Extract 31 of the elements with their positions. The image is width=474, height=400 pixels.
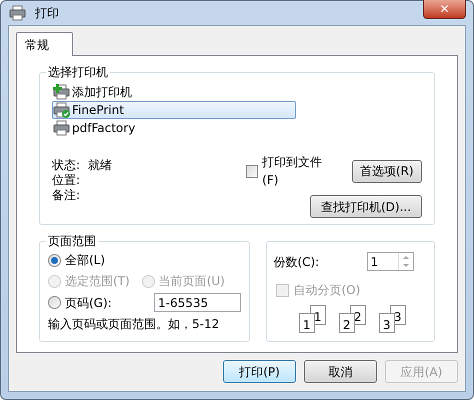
- copies-label: 份数(C):: [273, 254, 320, 270]
- printer-icon: [9, 5, 27, 21]
- info-label: 备注:: [52, 188, 80, 203]
- printer-icon: [53, 84, 71, 100]
- window-title: 打印: [35, 5, 59, 22]
- printer-icon: [53, 102, 71, 118]
- radio-button[interactable]: [48, 254, 61, 266]
- info-label: 状态:: [52, 158, 80, 173]
- dialog-button[interactable]: 查找打印机(D)...: [310, 195, 422, 218]
- printer-icon: [53, 120, 71, 136]
- tab[interactable]: 常规: [16, 32, 73, 56]
- group-title: 页面范围: [46, 233, 98, 249]
- radio-button[interactable]: [48, 296, 61, 309]
- info-label: 位置:: [52, 173, 80, 188]
- dialog-button[interactable]: 首选项(R): [352, 160, 422, 182]
- checkbox[interactable]: [246, 164, 258, 178]
- printer-item[interactable]: FinePrint: [52, 101, 296, 119]
- printer-item[interactable]: 添加打印机: [52, 83, 296, 101]
- radio-option[interactable]: 页码(G):: [48, 294, 154, 312]
- group-title: 选择打印机: [46, 64, 110, 80]
- info-value: 就绪: [88, 158, 112, 173]
- collate-pages-drawing: 1 1 2 2 3 3: [298, 305, 413, 333]
- printer-item[interactable]: pdfFactory: [52, 119, 296, 137]
- hint-text: 输入页码或页面范围。如，5-12: [48, 316, 220, 333]
- copies-field[interactable]: 1: [368, 253, 398, 270]
- page-range-field[interactable]: 1-65535: [154, 293, 241, 312]
- print-to-file-checkbox[interactable]: 打印到文件(F): [246, 153, 336, 189]
- dialog-button[interactable]: 取消: [304, 360, 377, 383]
- radio-option[interactable]: 全部(L): [48, 251, 242, 269]
- copies-spinner[interactable]: 1: [367, 252, 414, 271]
- dialog-button[interactable]: 打印(P): [223, 360, 296, 383]
